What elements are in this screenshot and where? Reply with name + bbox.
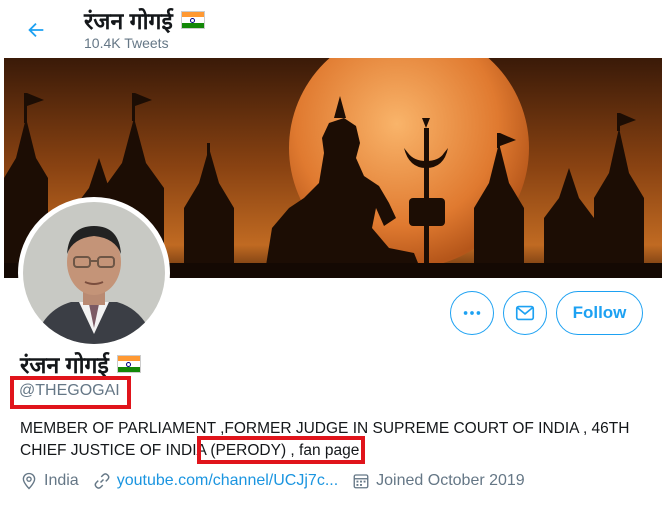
mail-icon bbox=[515, 305, 535, 321]
profile-header-bar: रंजन गोगई 10.4K Tweets bbox=[0, 0, 662, 58]
more-icon bbox=[463, 311, 481, 315]
website-link[interactable]: youtube.com/channel/UCJj7c... bbox=[117, 472, 338, 490]
location-text: India bbox=[44, 472, 79, 489]
india-flag-icon bbox=[180, 11, 205, 29]
link-icon bbox=[94, 473, 110, 489]
more-button[interactable] bbox=[450, 291, 494, 335]
calendar-icon bbox=[353, 474, 369, 489]
message-button[interactable] bbox=[503, 291, 547, 335]
india-flag-icon bbox=[116, 355, 141, 373]
profile-handle: @THEGOGAI bbox=[19, 382, 120, 399]
parody-highlight-box bbox=[197, 436, 365, 464]
joined-item: Joined October 2019 bbox=[352, 472, 525, 490]
website-item: youtube.com/channel/UCJj7c... bbox=[93, 472, 338, 490]
location-pin-icon bbox=[22, 472, 36, 490]
location-item: India bbox=[20, 472, 79, 490]
back-button[interactable] bbox=[16, 10, 56, 50]
header-title: रंजन गोगई bbox=[84, 4, 205, 36]
follow-button[interactable]: Follow bbox=[556, 291, 643, 335]
tweet-count: 10.4K Tweets bbox=[84, 35, 169, 51]
avatar-image bbox=[23, 202, 165, 344]
back-arrow-icon bbox=[28, 22, 44, 38]
profile-meta: India youtube.com/channel/UCJj7c... Join… bbox=[20, 472, 539, 490]
joined-text: Joined October 2019 bbox=[376, 472, 525, 489]
header-title-text: रंजन गोगई bbox=[84, 8, 173, 34]
profile-avatar[interactable] bbox=[18, 197, 170, 349]
